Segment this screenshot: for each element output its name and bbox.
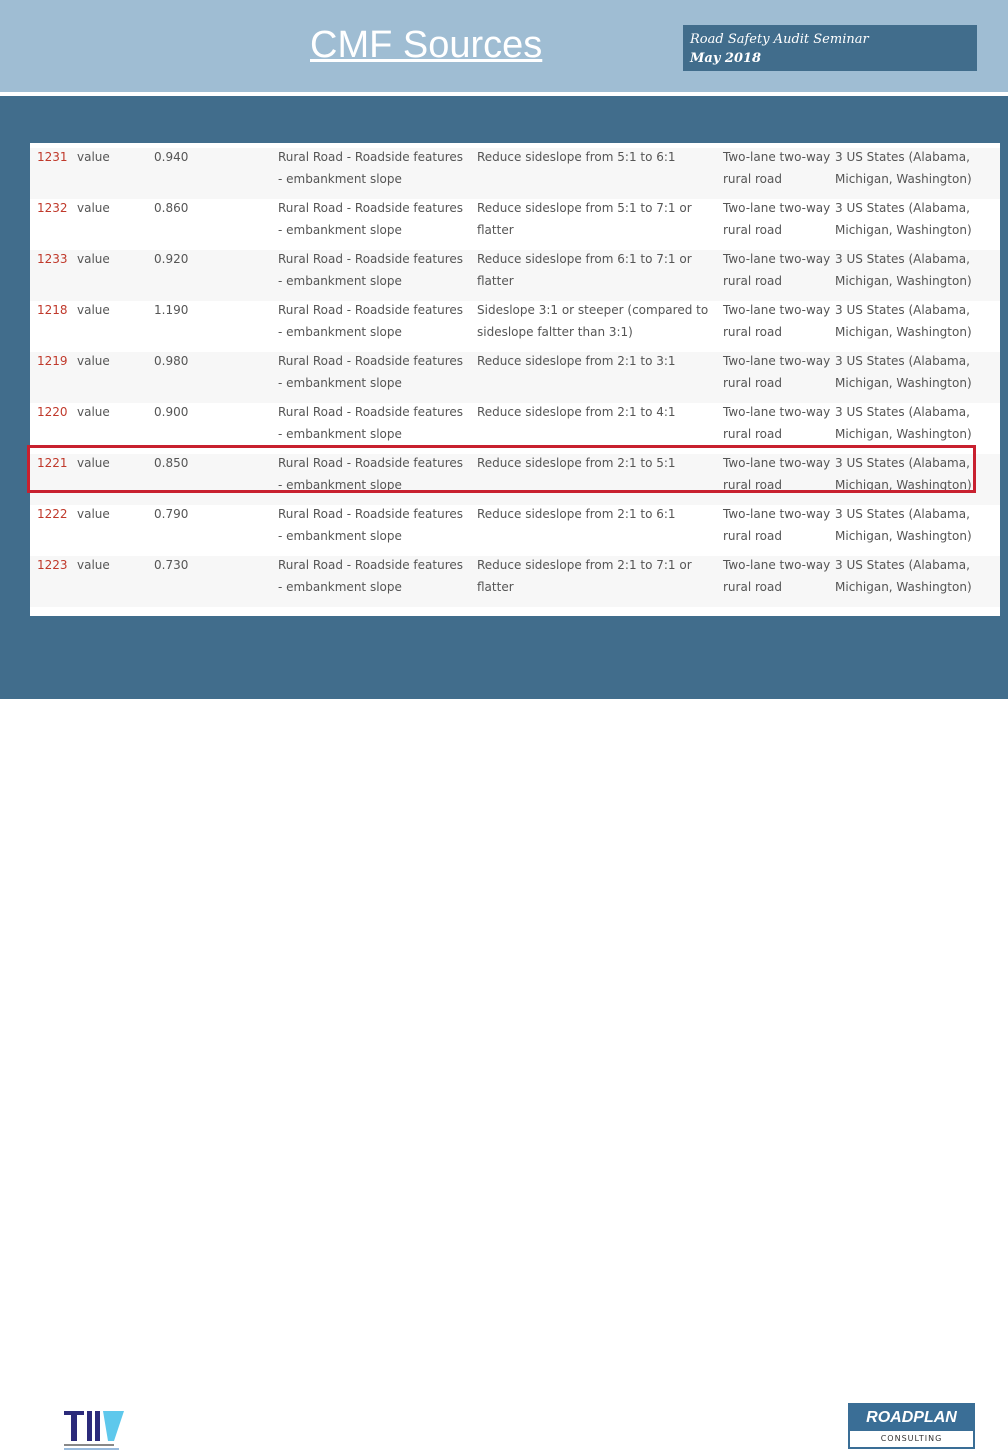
seminar-box: Road Safety Audit Seminar May 2018 [683,25,977,71]
cmf-label: value [77,354,110,368]
table-row: 1219 value 0.980 Rural Road - Roadside feat… [30,352,1000,403]
link-id[interactable]: 1231 [37,146,68,168]
states: 3 US States (Alabama, Michigan, Washingt… [835,201,972,237]
cmf-label: value [77,405,110,419]
cmf-label: value [77,303,110,317]
highlight-box [27,445,976,493]
link-id[interactable]: 1220 [37,401,68,423]
roadplan-logo: ROADPLAN CONSULTING [848,1403,975,1449]
description: Reduce sideslope from 2:1 to 4:1 [477,405,676,419]
cmf-value: 0.980 [154,354,189,368]
table-row: 1233 value 0.920 Rural Road - Roadside feat… [30,250,1000,301]
states: 3 US States (Alabama, Michigan, Washingt… [835,150,972,186]
description: Reduce sideslope from 5:1 to 7:1 or flat… [477,201,692,237]
cmf-value: 1.190 [154,303,189,317]
description: Reduce sideslope from 2:1 to 6:1 [477,507,676,521]
states: 3 US States (Alabama, Michigan, Washingt… [835,354,972,390]
link-id[interactable]: 1218 [37,299,68,321]
header-band: CMF Sources Road Safety Audit Seminar Ma… [0,0,1008,92]
category: Rural Road - Roadside features - embankm… [278,507,463,543]
states: 3 US States (Alabama, Michigan, Washingt… [835,252,972,288]
description: Reduce sideslope from 2:1 to 3:1 [477,354,676,368]
cmf-value: 0.790 [154,507,189,521]
table-row: 1222 value 0.790 Rural Road - Roadside feat… [30,505,1000,556]
link-id[interactable]: 1223 [37,554,68,576]
table-row: 1232 value 0.860 Rural Road - Roadside feat… [30,199,1000,250]
road-type: Two-lane two-way rural road [723,405,831,441]
category: Rural Road - Roadside features - embankm… [278,354,463,390]
road-type: Two-lane two-way rural road [723,201,831,237]
footer: ROADPLAN CONSULTING [0,699,1008,1450]
cmf-value: 0.900 [154,405,189,419]
road-type: Two-lane two-way rural road [723,252,831,288]
category: Rural Road - Roadside features - embankm… [278,405,463,441]
slide-title: CMF Sources [310,24,543,66]
table-row: 1223 value 0.730 Rural Road - Roadside feat… [30,556,1000,607]
category: Rural Road - Roadside features - embankm… [278,303,463,339]
cmf-value: 0.940 [154,150,189,164]
road-type: Two-lane two-way rural road [723,150,831,186]
cmf-value: 0.730 [154,558,189,572]
link-id[interactable]: 1222 [37,503,68,525]
cmf-value: 0.920 [154,252,189,266]
link-id[interactable]: 1232 [37,197,68,219]
category: Rural Road - Roadside features - embankm… [278,201,463,237]
states: 3 US States (Alabama, Michigan, Washingt… [835,405,972,441]
table-row: 1218 value 1.190 Rural Road - Roadside feat… [30,301,1000,352]
states: 3 US States (Alabama, Michigan, Washingt… [835,507,972,543]
cmf-label: value [77,150,110,164]
road-type: Two-lane two-way rural road [723,303,831,339]
states: 3 US States (Alabama, Michigan, Washingt… [835,303,972,339]
tii-logo [64,1411,124,1450]
category: Rural Road - Roadside features - embankm… [278,558,463,594]
cmf-label: value [77,201,110,215]
road-type: Two-lane two-way rural road [723,507,831,543]
cmf-label: value [77,252,110,266]
description: Sideslope 3:1 or steeper (compared to si… [477,303,709,339]
link-id[interactable]: 1233 [37,248,68,270]
cmf-value: 0.860 [154,201,189,215]
category: Rural Road - Roadside features - embankm… [278,150,463,186]
description: Reduce sideslope from 5:1 to 6:1 [477,150,676,164]
states: 3 US States (Alabama, Michigan, Washingt… [835,558,972,594]
road-type: Two-lane two-way rural road [723,558,831,594]
description: Reduce sideslope from 2:1 to 7:1 or flat… [477,558,692,594]
seminar-date: May 2018 [690,51,762,66]
link-id[interactable]: 1219 [37,350,68,372]
cmf-label: value [77,558,110,572]
cmf-label: value [77,507,110,521]
road-type: Two-lane two-way rural road [723,354,831,390]
seminar-name: Road Safety Audit Seminar [690,32,869,47]
description: Reduce sideslope from 6:1 to 7:1 or flat… [477,252,692,288]
cmf-table: 1231 value 0.940 Rural Road - Roadside feat… [30,143,1000,616]
category: Rural Road - Roadside features - embankm… [278,252,463,288]
table-row: 1231 value 0.940 Rural Road - Roadside feat… [30,148,1000,199]
